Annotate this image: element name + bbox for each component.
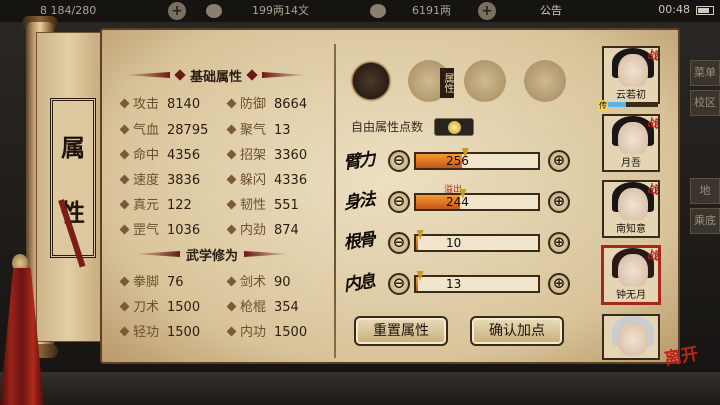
martial-title: 武学修为 [186, 248, 239, 264]
attr-agility-label: 身法 [342, 189, 375, 214]
battle-tag: 战 [646, 247, 660, 263]
basic-attributes-header: 基础属性 [124, 66, 308, 85]
top-status-bar: 8 184/280 + 199两14文 6191两 + 公告 00:48 [0, 0, 720, 22]
bg-extra-button: 乘底 [690, 208, 720, 234]
bg-menu-button: 菜单 [690, 60, 720, 86]
stat-toughness: 韧性 551 [226, 194, 299, 213]
hero-portrait [618, 188, 648, 222]
confirm-points-button[interactable]: 确认加点 [470, 316, 564, 346]
stat-dodge: 躲闪 4336 [226, 169, 307, 188]
header-wing-left [134, 251, 180, 257]
skill-lightness: 轻功 1500 [119, 321, 200, 340]
attr-breath-plus-button[interactable]: ⊕ [548, 273, 570, 295]
hero-name: 钟无月 [604, 286, 658, 301]
hero-portrait [618, 54, 648, 88]
skill-spear-staff: 枪棍 354 [226, 296, 299, 315]
hero-name: 月吾 [604, 154, 658, 169]
stat-gather-qi: 聚气 13 [226, 119, 291, 138]
coin-icon [206, 4, 222, 18]
game-screen: 8 184/280 + 199两14文 6191两 + 公告 00:48 菜单 … [0, 0, 720, 405]
yuanbao-plus-button[interactable]: + [478, 2, 496, 20]
attr-strength-minus-button[interactable]: ⊖ [388, 150, 410, 172]
bottom-dock [0, 372, 720, 405]
scroll-title-char-1: 属 [61, 133, 85, 162]
header-wing-right [244, 251, 290, 257]
battle-tag: 战 [646, 181, 660, 197]
attr-breath-label: 内息 [342, 271, 375, 296]
attr-constitution-bar: 10 [414, 230, 540, 252]
attr-agility-bar: 244 [414, 189, 540, 211]
leave-button[interactable]: 离开 [662, 339, 700, 370]
hero-exp-tag: 传 [598, 100, 608, 111]
hero-exp-bar [604, 102, 658, 107]
header-wing-right [262, 72, 308, 78]
tab-meridian-icon[interactable] [524, 60, 566, 102]
battery-icon [696, 6, 714, 15]
attr-constitution-label: 根骨 [342, 229, 375, 254]
header-ornament [246, 69, 258, 81]
clock-text: 00:48 [658, 3, 690, 16]
hero-portrait [618, 254, 648, 288]
attr-breath-minus-button[interactable]: ⊖ [388, 273, 410, 295]
hero-portrait [618, 122, 648, 156]
attr-breath-value: 13 [446, 277, 462, 291]
reset-attributes-button[interactable]: 重置属性 [354, 316, 448, 346]
tab-attributes-tag: 属性 [440, 68, 454, 98]
hero-name: 云若初 [604, 86, 658, 101]
attr-constitution-minus-button[interactable]: ⊖ [388, 232, 410, 254]
battle-tag: 战 [646, 115, 660, 131]
panel-divider [334, 44, 336, 358]
yuanbao-text: 6191两 [412, 4, 451, 17]
free-points-box [434, 118, 474, 136]
stat-true-yuan: 真元 122 [119, 194, 192, 213]
hero-card[interactable]: 战 云若初 [602, 46, 660, 104]
stat-defense: 防御 8664 [226, 93, 307, 112]
notice-button[interactable]: 公告 [540, 3, 562, 19]
attr-constitution-plus-button[interactable]: ⊕ [548, 232, 570, 254]
attr-agility-plus-button[interactable]: ⊕ [548, 191, 570, 213]
attr-agility-minus-button[interactable]: ⊖ [388, 191, 410, 213]
hero-name: 南知意 [604, 220, 658, 235]
hero-card[interactable]: 战 月吾 [602, 114, 660, 172]
attr-constitution-value: 10 [446, 236, 462, 250]
attr-strength-value: 256 [446, 154, 469, 168]
hero-card[interactable] [602, 314, 660, 360]
bg-map-button: 地 [690, 178, 720, 204]
attr-strength-bar: 256 [414, 148, 540, 170]
tab-yinyang-icon[interactable] [464, 60, 506, 102]
basic-attributes-title: 基础属性 [190, 69, 243, 85]
attr-strength-plus-button[interactable]: ⊕ [548, 150, 570, 172]
skill-blade: 刀术 1500 [119, 296, 200, 315]
stat-gang-qi: 罡气 1036 [119, 219, 200, 238]
stat-attack: 攻击 8140 [119, 93, 200, 112]
stat-parry: 招架 3360 [226, 144, 307, 163]
attr-fill [416, 236, 419, 250]
martial-header: 武学修为 [134, 245, 290, 264]
battle-tag: 战 [646, 47, 660, 63]
yuanbao-icon [370, 4, 386, 18]
attr-fill [416, 277, 419, 291]
skill-sword: 剑术 90 [226, 271, 291, 290]
tab-attributes-icon[interactable] [350, 60, 392, 102]
stat-inner-force: 内劲 874 [226, 219, 299, 238]
stat-accuracy: 命中 4356 [119, 144, 200, 163]
skill-inner-art: 内功 1500 [226, 321, 307, 340]
bg-school-button: 校区 [690, 90, 720, 116]
attr-agility-value: 244 [446, 195, 469, 209]
header-ornament [174, 69, 186, 81]
stat-hp: 气血 28795 [119, 119, 208, 138]
money-text: 199两14文 [252, 4, 309, 17]
attr-strength-label: 臂力 [342, 149, 375, 174]
hero-portrait [618, 322, 648, 356]
hero-card-selected[interactable]: 战 钟无月 [602, 246, 660, 304]
coin-icon [448, 121, 461, 134]
stat-speed: 速度 3836 [119, 169, 200, 188]
free-points-label: 自由属性点数 [351, 120, 424, 134]
skill-fist: 拳脚 76 [119, 271, 184, 290]
stamina-plus-button[interactable]: + [168, 2, 186, 20]
header-wing-left [124, 72, 170, 78]
attr-breath-bar: 13 [414, 271, 540, 293]
hero-card[interactable]: 战 南知意 [602, 180, 660, 238]
